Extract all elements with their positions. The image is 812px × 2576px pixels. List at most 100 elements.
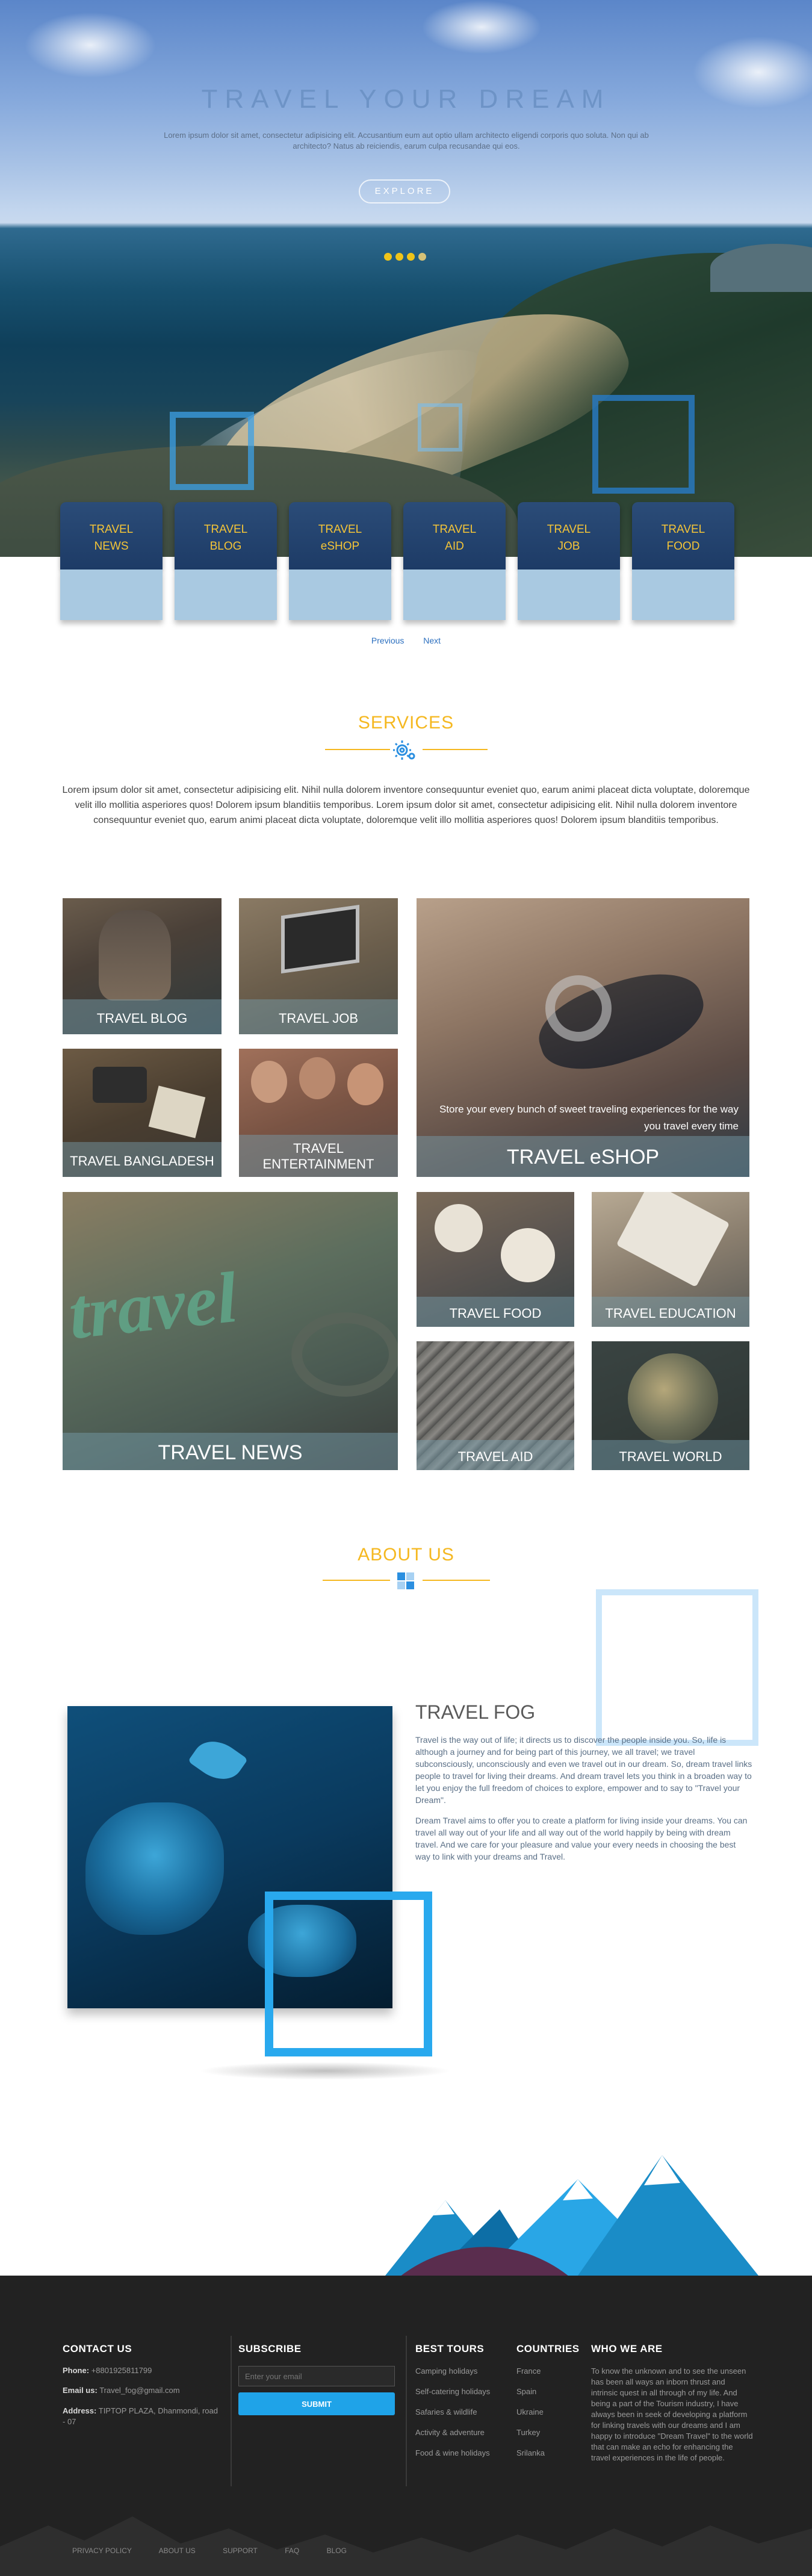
decorative-square xyxy=(265,1892,432,2056)
cloud xyxy=(24,12,157,78)
carousel-pager: Previous Next xyxy=(0,636,812,645)
services-text: Lorem ipsum dolor sit amet, consectetur … xyxy=(62,785,750,825)
tile-label: TRAVEL eSHOP xyxy=(417,1136,749,1177)
tour-link[interactable]: Food & wine holidays xyxy=(415,2448,512,2458)
explore-button[interactable]: EXPLORE xyxy=(359,179,450,203)
contact-email: Email us: Travel_fog@gmail.com xyxy=(63,2386,180,2395)
category-card-base xyxy=(60,570,163,620)
category-card-label: TRAVEL eSHOP xyxy=(289,502,391,570)
person-laptop-image xyxy=(99,910,171,1001)
hands-image xyxy=(85,1802,224,1935)
laptop-image xyxy=(281,904,359,974)
footer-who: WHO WE ARE To know the unknown and to se… xyxy=(591,2343,754,2463)
category-card-base xyxy=(175,570,277,620)
leaf-image xyxy=(188,1731,248,1789)
support-link[interactable]: SUPPORT xyxy=(223,2547,258,2555)
tile-travel-world[interactable]: TRAVEL WORLD xyxy=(592,1341,749,1470)
hero-text: Lorem ipsum dolor sit amet, consectetur … xyxy=(164,131,649,151)
mountains-illustration xyxy=(367,2155,758,2285)
footer-heading: SUBSCRIBE xyxy=(238,2343,302,2354)
footer-heading: WHO WE ARE xyxy=(591,2343,663,2354)
tour-link[interactable]: Safaries & wildlife xyxy=(415,2407,512,2417)
country-link[interactable]: Spain xyxy=(516,2386,583,2397)
about-paragraph: Travel is the way out of life; it direct… xyxy=(415,1735,752,1805)
cloud xyxy=(421,0,542,54)
category-card-base xyxy=(632,570,734,620)
divider-line xyxy=(423,1580,490,1581)
divider-line xyxy=(323,1580,390,1581)
camera-image xyxy=(93,1067,147,1103)
plate-image xyxy=(501,1228,555,1282)
divider-line xyxy=(325,749,390,750)
photo-shadow xyxy=(199,2062,451,2080)
services-title: SERVICES xyxy=(358,713,454,733)
about-us-link[interactable]: ABOUT US xyxy=(159,2547,196,2555)
category-card-eshop[interactable]: TRAVEL eSHOP xyxy=(289,502,391,620)
slider-dots xyxy=(384,253,438,262)
book-image xyxy=(616,1192,730,1288)
category-card-label: TRAVEL BLOG xyxy=(175,502,277,570)
footer-contact: CONTACT US Phone: +8801925811799 Email u… xyxy=(63,2343,219,2427)
tile-travel-news[interactable]: travel TRAVEL NEWS xyxy=(63,1192,398,1470)
category-card-job[interactable]: TRAVEL JOB xyxy=(518,502,620,620)
checker-icon xyxy=(397,1572,414,1589)
hero-title: TRAVEL YOUR DREAM xyxy=(201,84,611,114)
faq-link[interactable]: FAQ xyxy=(285,2547,299,2555)
slider-dot[interactable] xyxy=(384,253,392,261)
tile-label: TRAVEL NEWS xyxy=(63,1433,398,1470)
plate-image xyxy=(435,1204,483,1252)
submit-button[interactable]: SUBMIT xyxy=(238,2392,395,2415)
tile-travel-blog[interactable]: TRAVEL BLOG xyxy=(63,898,222,1034)
tile-label: TRAVEL EDUCATION xyxy=(592,1297,749,1327)
tile-label: TRAVEL WORLD xyxy=(592,1440,749,1470)
subscribe-email-input[interactable] xyxy=(238,2366,395,2386)
tile-label: TRAVEL AID xyxy=(417,1440,574,1470)
country-link[interactable]: Ukraine xyxy=(516,2407,583,2417)
person-image xyxy=(347,1063,383,1105)
tile-travel-entertainment[interactable]: TRAVEL ENTERTAINMENT xyxy=(239,1049,398,1177)
tile-travel-bangladesh[interactable]: TRAVEL BANGLADESH xyxy=(63,1049,222,1177)
decorative-square xyxy=(418,403,462,452)
category-card-blog[interactable]: TRAVEL BLOG xyxy=(175,502,277,620)
tile-travel-education[interactable]: TRAVEL EDUCATION xyxy=(592,1192,749,1327)
footer-heading: CONTACT US xyxy=(63,2343,132,2354)
category-card-label: TRAVEL FOOD xyxy=(632,502,734,570)
decorative-square xyxy=(170,412,254,490)
country-link[interactable]: France xyxy=(516,2366,583,2376)
footer-landscape xyxy=(0,2516,812,2576)
slider-dot[interactable] xyxy=(407,253,415,261)
tile-travel-job[interactable]: TRAVEL JOB xyxy=(239,898,398,1034)
photo-image xyxy=(148,1085,206,1138)
footer-heading: BEST TOURS xyxy=(415,2343,485,2354)
category-card-news[interactable]: TRAVEL NEWS xyxy=(60,502,163,620)
slider-dot[interactable] xyxy=(418,253,426,261)
previous-link[interactable]: Previous xyxy=(371,636,404,645)
blog-link[interactable]: BLOG xyxy=(327,2547,347,2555)
next-link[interactable]: Next xyxy=(423,636,441,645)
category-card-label: TRAVEL JOB xyxy=(518,502,620,570)
footer-divider xyxy=(406,2336,407,2486)
distant-island xyxy=(710,244,812,292)
category-card-aid[interactable]: TRAVEL AID xyxy=(403,502,506,620)
slider-dot[interactable] xyxy=(395,253,403,261)
country-link[interactable]: Srilanka xyxy=(516,2448,583,2458)
country-link[interactable]: Turkey xyxy=(516,2427,583,2438)
divider-line xyxy=(423,749,488,750)
footer-bottom-links: PRIVACY POLICY ABOUT US SUPPORT FAQ BLOG xyxy=(72,2547,372,2555)
category-card-base xyxy=(403,570,506,620)
tour-link[interactable]: Camping holidays xyxy=(415,2366,512,2376)
globe-image xyxy=(628,1353,718,1444)
gear-icon xyxy=(393,740,415,760)
tour-link[interactable]: Self-catering holidays xyxy=(415,2386,512,2397)
footer-tours: BEST TOURS Camping holidays Self-caterin… xyxy=(415,2343,512,2468)
decorative-square xyxy=(596,1589,758,1746)
tour-link[interactable]: Activity & adventure xyxy=(415,2427,512,2438)
footer-subscribe: SUBSCRIBE SUBMIT xyxy=(238,2343,401,2415)
category-card-food[interactable]: TRAVEL FOOD xyxy=(632,502,734,620)
tile-travel-eshop[interactable]: Store your every bunch of sweet travelin… xyxy=(417,898,749,1177)
tile-travel-aid[interactable]: TRAVEL AID xyxy=(417,1341,574,1470)
category-card-base xyxy=(518,570,620,620)
person-image xyxy=(299,1057,335,1099)
tile-travel-food[interactable]: TRAVEL FOOD xyxy=(417,1192,574,1327)
privacy-policy-link[interactable]: PRIVACY POLICY xyxy=(72,2547,132,2555)
